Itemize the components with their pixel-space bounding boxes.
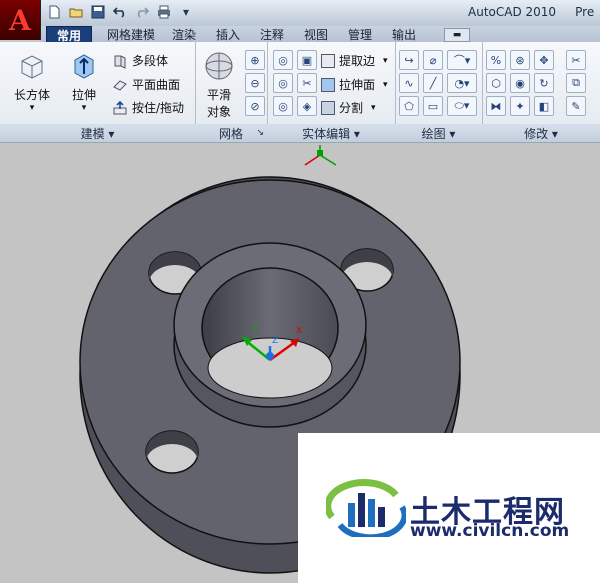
offset-icon[interactable]: ⧉ [566, 73, 586, 93]
planar-surface-icon [113, 79, 127, 91]
3d-rotate-icon[interactable]: ⊛ [510, 50, 530, 70]
extrude-faces-button[interactable]: 拉伸面 ▾ [321, 76, 388, 93]
tab-mesh-modeling[interactable]: 网格建模 [98, 26, 164, 43]
watermark-url: www.civilcn.com [410, 521, 570, 541]
panel-launcher-icon[interactable]: ↘ [256, 128, 264, 138]
separate-button[interactable]: 分割 ▾ [321, 99, 376, 116]
presspull-button[interactable]: 按住/拖动 [112, 99, 184, 116]
mesh-add-smooth-icon[interactable]: ⊕ [245, 50, 265, 70]
polysolid-icon [114, 55, 126, 69]
draw-panel-title[interactable]: 绘图 ▾ [395, 124, 482, 142]
civilcn-logo-icon [326, 479, 406, 537]
imprint-icon[interactable]: ◈ [297, 96, 317, 116]
tab-manage[interactable]: 管理 [342, 26, 378, 43]
planar-surface-button[interactable]: 平面曲面 [112, 76, 180, 93]
mesh-panel: 平滑 对象 ⊕ ⊖ ⊘ 网格 ↘ [195, 42, 268, 142]
dropdown-icon[interactable]: ▾ [176, 2, 196, 22]
bolt-hole [145, 430, 199, 474]
union-icon[interactable]: ◎ [273, 50, 293, 70]
erase-icon[interactable]: ✎ [566, 96, 586, 116]
ucs-y-label: Y [252, 323, 259, 333]
polyline-icon[interactable]: ↪ [399, 50, 419, 70]
tab-output[interactable]: 输出 [386, 26, 422, 43]
mesh-panel-title[interactable]: 网格 ↘ [195, 124, 267, 142]
extrude-button[interactable]: 拉伸 ▾ [62, 50, 106, 113]
shell-icon[interactable]: ▣ [297, 50, 317, 70]
undo-icon[interactable] [110, 2, 130, 22]
slice-icon[interactable]: ✂ [297, 73, 317, 93]
subtract-icon[interactable]: ◎ [273, 73, 293, 93]
move-icon[interactable]: ✥ [534, 50, 554, 70]
mesh-refine-icon[interactable]: ⊘ [245, 96, 265, 116]
save-icon[interactable] [88, 2, 108, 22]
line-icon[interactable]: ╱ [423, 73, 443, 93]
extract-edges-button[interactable]: 提取边 ▾ [321, 52, 388, 69]
ribbon-tab-row: 常用 网格建模 渲染 插入 注释 视图 管理 输出 ▬ [40, 26, 600, 45]
modify-panel: % ⊛ ✥ ✂ ⬡ ◉ ↻ ⧉ ⧓ ✦ ◧ ✎ 修改 ▾ [482, 42, 600, 142]
rectangle-icon[interactable]: ▭ [423, 96, 443, 116]
world-ucs-icon [304, 145, 337, 166]
polysolid-button[interactable]: 多段体 [112, 52, 168, 69]
3d-scale-icon[interactable]: ✦ [510, 96, 530, 116]
3d-array-icon[interactable]: ⬡ [486, 73, 506, 93]
ribbon: 长方体 ▾ 拉伸 ▾ 多段体 平面曲面 按住/拖动 建模 ▾ 平滑 对象 ⊕ ⊖… [0, 42, 600, 143]
tab-render[interactable]: 渲染 [166, 26, 202, 43]
3d-align-icon[interactable]: ◉ [510, 73, 530, 93]
rotate-icon[interactable]: ↻ [534, 73, 554, 93]
solid-editing-panel: ◎ ◎ ◎ ▣ ✂ ◈ 提取边 ▾ 拉伸面 ▾ 分割 ▾ 实体编辑 ▾ [267, 42, 396, 142]
ellipse-icon[interactable]: ⬭▾ [447, 96, 477, 116]
modeling-panel: 长方体 ▾ 拉伸 ▾ 多段体 平面曲面 按住/拖动 建模 ▾ [0, 42, 196, 142]
autocad-logo-icon: A [9, 3, 31, 37]
percent-scale-icon[interactable]: % [486, 50, 506, 70]
tab-view[interactable]: 视图 [298, 26, 334, 43]
circle-icon[interactable]: ◔▾ [447, 73, 477, 93]
modeling-panel-title[interactable]: 建模 ▾ [0, 124, 195, 142]
application-menu-button[interactable]: A [0, 0, 41, 40]
box-button[interactable]: 长方体 ▾ [8, 50, 56, 113]
separate-icon [321, 100, 335, 115]
extrude-faces-icon [321, 77, 335, 92]
tab-insert[interactable]: 插入 [210, 26, 246, 43]
fillet-icon[interactable]: ◧ [534, 96, 554, 116]
presspull-icon [113, 100, 127, 114]
extract-edges-icon [321, 53, 335, 68]
solid-editing-panel-title[interactable]: 实体编辑 ▾ [267, 124, 395, 142]
modify-panel-title[interactable]: 修改 ▾ [482, 124, 600, 142]
redo-icon[interactable] [132, 2, 152, 22]
smooth-sphere-icon [205, 52, 233, 80]
draw-panel: ↪ ⌀ ⌒▾ ∿ ╱ ◔▾ ⬠ ▭ ⬭▾ 绘图 ▾ [395, 42, 483, 142]
trim-icon[interactable]: ✂ [566, 50, 586, 70]
helix-icon[interactable]: ⌀ [423, 50, 443, 70]
3d-mirror-icon[interactable]: ⧓ [486, 96, 506, 116]
mesh-reduce-smooth-icon[interactable]: ⊖ [245, 73, 265, 93]
arc-icon[interactable]: ⌒▾ [447, 50, 477, 70]
polygon-icon[interactable]: ⬠ [399, 96, 419, 116]
ucs-z-label: Z [272, 336, 278, 346]
open-icon[interactable] [66, 2, 86, 22]
new-icon[interactable] [44, 2, 64, 22]
extrude-icon [74, 54, 94, 79]
quick-access-toolbar: ▾ [44, 2, 196, 22]
print-icon[interactable] [154, 2, 174, 22]
watermark-overlay: 土木工程网 www.civilcn.com [298, 433, 600, 583]
tab-annotate[interactable]: 注释 [254, 26, 290, 43]
box-icon [21, 55, 43, 79]
window-title: AutoCAD 2010 Pre [468, 5, 595, 19]
ucs-x-label: X [296, 326, 302, 336]
smooth-object-button[interactable]: 平滑 对象 [199, 50, 239, 120]
ribbon-minimize-button[interactable]: ▬ [444, 28, 470, 42]
intersect-icon[interactable]: ◎ [273, 96, 293, 116]
spline-icon[interactable]: ∿ [399, 73, 419, 93]
